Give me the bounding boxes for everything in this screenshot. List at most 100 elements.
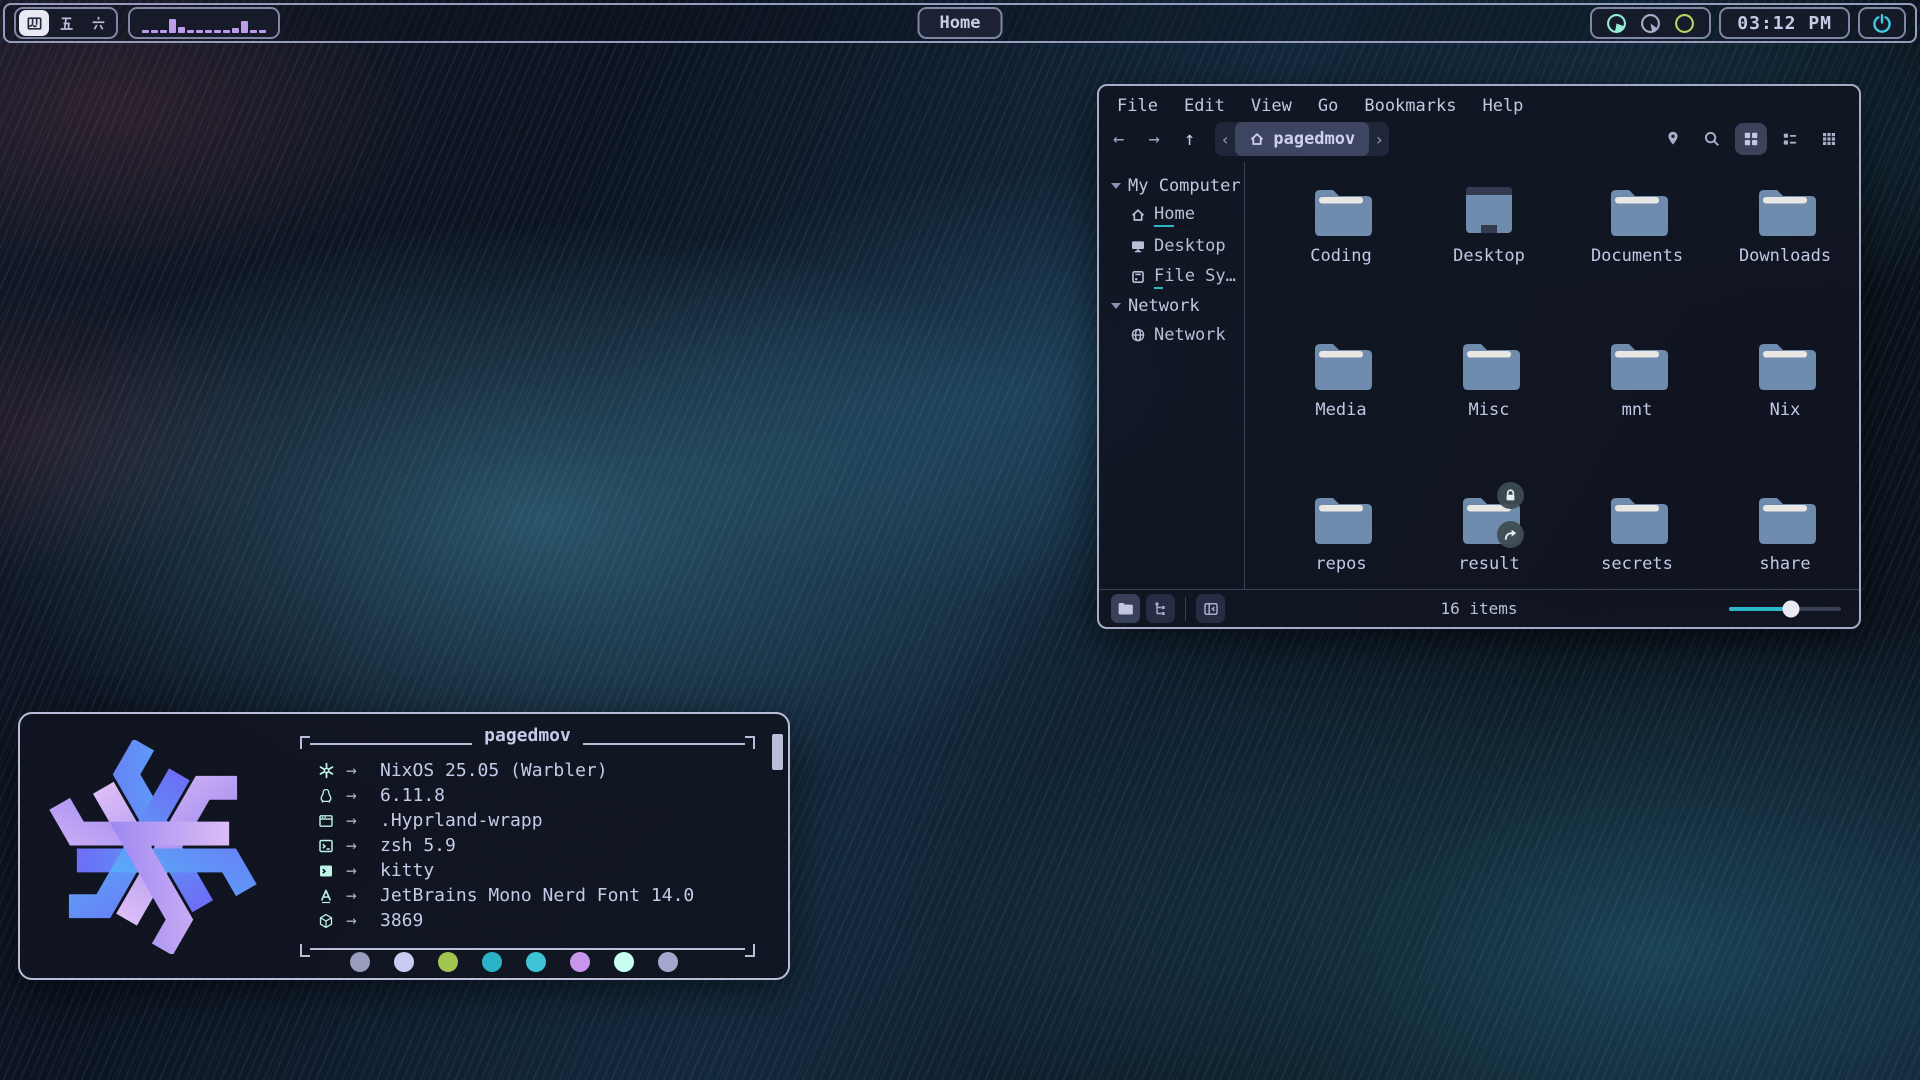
font-icon [318,888,334,904]
shell-icon [318,838,334,854]
forward-button[interactable]: → [1148,128,1159,150]
fetch-packages-value: 3869 [380,910,423,931]
folder-label: result [1458,554,1519,574]
visualizer-bar [151,30,158,33]
folder-documents[interactable]: Documents [1567,180,1707,334]
sidebar-item-desktop[interactable]: Desktop [1130,234,1244,258]
palette-dot [614,952,634,972]
file-manager-window: File Edit View Go Bookmarks Help ← → ↑ ‹… [1097,84,1861,629]
folder-label: Coding [1310,246,1371,266]
folder-media[interactable]: Media [1271,334,1411,488]
breadcrumb-prev-icon[interactable]: ‹ [1215,130,1235,149]
visualizer-bars [142,13,266,33]
active-window-title[interactable]: Home [918,7,1003,39]
breadcrumb-path-button[interactable]: pagedmov [1235,122,1369,156]
fetch-row-wm: → .Hyprland-wrapp [318,808,755,833]
palette-dot [394,952,414,972]
gauge-1-icon[interactable] [1606,13,1627,34]
cjk-five-icon [58,15,75,32]
packages-icon [318,913,334,929]
search-icon [1703,130,1721,148]
sidebar-item-home[interactable]: Home [1130,203,1244,227]
menu-edit[interactable]: Edit [1184,96,1225,116]
search-button[interactable] [1696,123,1728,155]
desktop-icon [1130,238,1146,254]
folder-icon [1754,492,1816,546]
kernel-tux-icon [318,788,334,804]
location-button[interactable] [1657,123,1689,155]
folder-icon [1606,184,1668,238]
fetch-row-font: → JetBrains Mono Nerd Font 14.0 [318,883,755,908]
terminal-icon [318,863,334,879]
sidebar-item-network[interactable]: Network [1130,323,1244,347]
fetch-row-packages: → 3869 [318,908,755,933]
folder-desktop[interactable]: Desktop [1419,180,1559,334]
folder-grid: Coding Desktop Documents Downloads [1245,162,1859,589]
workspace-button-4[interactable] [19,10,49,36]
fetch-row-kernel: → 6.11.8 [318,783,755,808]
palette-dot [482,952,502,972]
thumbnail-view-button[interactable] [1813,123,1845,155]
gauge-3-icon[interactable] [1674,13,1695,34]
menu-help[interactable]: Help [1482,96,1523,116]
folder-label: Misc [1469,400,1510,420]
arrow-glyph: → [346,835,380,856]
sidebar-section-my-computer[interactable]: My Computer [1111,176,1244,196]
menu-file[interactable]: File [1117,96,1158,116]
compact-view-button[interactable] [1774,123,1806,155]
places-toggle-button[interactable] [1111,594,1140,623]
visualizer-bar [250,30,257,33]
folder-icon [1606,492,1668,546]
breadcrumb-next-icon[interactable]: › [1369,130,1389,149]
zoom-slider[interactable] [1729,607,1841,611]
folder-downloads[interactable]: Downloads [1715,180,1855,334]
small-grid-icon [1820,130,1838,148]
folder-label: repos [1315,554,1366,574]
fetch-box-top: pagedmov [300,736,755,752]
folder-label: Documents [1591,246,1683,266]
visualizer-bar [241,21,248,33]
folder-mnt[interactable]: mnt [1567,334,1707,488]
sidebar-item-filesystem[interactable]: File Sy… [1130,265,1244,289]
folder-nix[interactable]: Nix [1715,334,1855,488]
folder-coding[interactable]: Coding [1271,180,1411,334]
fetch-shell-value: zsh 5.9 [380,835,456,856]
palette-dot [526,952,546,972]
visualizer-bar [142,30,149,33]
globe-icon [1130,327,1146,343]
up-button[interactable]: ↑ [1184,128,1195,150]
workspace-button-6[interactable] [83,10,113,36]
folder-icon [1754,338,1816,392]
menu-bar: File Edit View Go Bookmarks Help [1099,86,1859,120]
toolbar: ← → ↑ ‹ pagedmov › [1099,120,1859,162]
sidebar-item-label: Desktop [1154,236,1226,256]
back-button[interactable]: ← [1113,128,1124,150]
menu-go[interactable]: Go [1318,96,1338,116]
palette-dot [658,952,678,972]
dir-tree-toggle-button[interactable] [1146,594,1175,623]
icon-view-icon [1742,130,1760,148]
arrow-glyph: → [346,760,380,781]
power-button[interactable] [1858,7,1906,39]
filesystem-drive-icon [1130,269,1146,285]
menu-bookmarks[interactable]: Bookmarks [1364,96,1456,116]
folder-icon [1310,492,1372,546]
fetch-hostname: pagedmov [472,725,583,746]
menu-view[interactable]: View [1251,96,1292,116]
visualizer-bar [232,28,239,33]
terminal-cursor [772,734,783,770]
zoom-slider-thumb[interactable] [1782,600,1799,617]
sidebar-section-network[interactable]: Network [1111,296,1244,316]
folder-misc[interactable]: Misc [1419,334,1559,488]
clock-label: 03:12 PM [1737,13,1832,34]
lock-emblem-icon [1497,482,1524,509]
fetch-terminal-value: kitty [380,860,434,881]
statusbar-separator [1185,597,1186,621]
sidebar-toggle-button[interactable] [1196,594,1225,623]
arrow-glyph: → [346,810,380,831]
power-icon [1871,12,1893,34]
location-pin-icon [1664,130,1682,148]
gauge-2-icon[interactable] [1640,13,1661,34]
workspace-button-5[interactable] [51,10,81,36]
icon-view-button[interactable] [1735,123,1767,155]
